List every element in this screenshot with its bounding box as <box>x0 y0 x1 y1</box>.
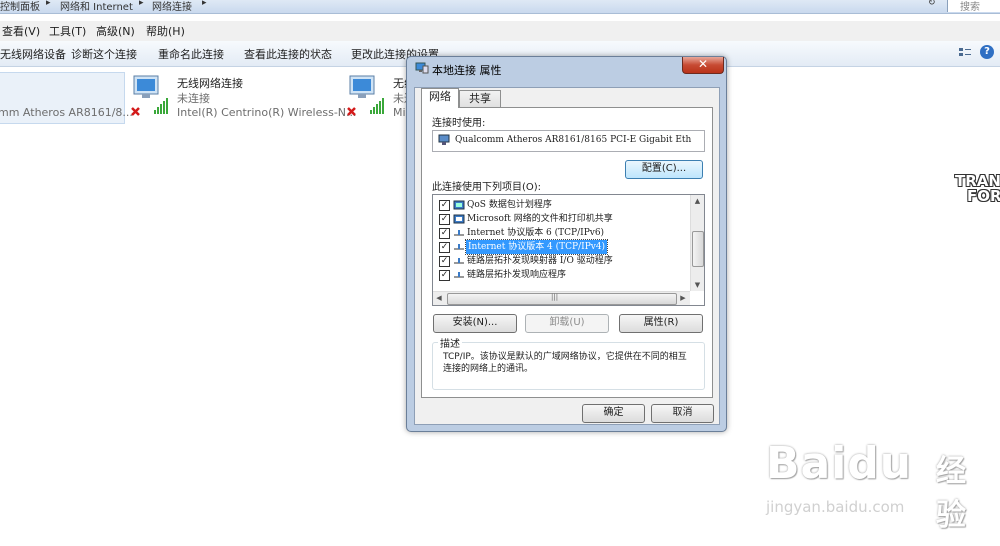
items-listbox[interactable]: ✓ QoS 数据包计划程序 ✓ Microsoft 网络的文件和打印机共享 ✓ … <box>432 194 705 306</box>
ok-button[interactable]: 确定 <box>582 404 645 423</box>
list-item-lltd-mapper[interactable]: ✓ 链路层拓扑发现映射器 I/O 驱动程序 <box>433 254 691 268</box>
qos-icon <box>453 200 465 210</box>
grip-icon: ||| <box>551 293 559 301</box>
menu-view[interactable]: 查看(V) <box>2 23 40 39</box>
uninstall-button[interactable]: 卸载(U) <box>525 314 609 333</box>
connection-local[interactable]: mm Atheros AR8161/8... <box>0 72 133 122</box>
checkbox[interactable]: ✓ <box>439 214 450 225</box>
close-button[interactable]: ✕ <box>682 57 724 74</box>
chevron-right-icon[interactable]: ▸ <box>46 0 51 8</box>
install-button[interactable]: 安装(N)... <box>433 314 517 333</box>
network-connection-icon <box>415 62 429 74</box>
properties-dialog: 本地连接 属性 ✕ 网络 共享 连接时使用: Qualcomm Atheros … <box>406 56 727 432</box>
protocol-icon <box>454 230 464 236</box>
checkbox[interactable]: ✓ <box>439 256 450 267</box>
scroll-up-icon[interactable]: ▲ <box>691 195 704 207</box>
connect-using-label: 连接时使用: <box>432 118 486 129</box>
scroll-thumb[interactable] <box>692 231 704 267</box>
connection-device: Intel(R) Centrino(R) Wireless-N... <box>177 106 357 119</box>
diagnose-button[interactable]: 诊断这个连接 <box>71 46 137 62</box>
baidu-watermark: Baidu 经验 jingyan.baidu.com <box>766 438 966 533</box>
properties-button[interactable]: 属性(R) <box>619 314 703 333</box>
scroll-thumb[interactable] <box>447 293 677 305</box>
adapter-name: Qualcomm Atheros AR8161/8165 PCI-E Gigab… <box>455 135 692 145</box>
rename-button[interactable]: 重命名此连接 <box>158 46 224 62</box>
protocol-icon <box>454 244 464 250</box>
list-item-lltd-responder[interactable]: ✓ 链路层拓扑发现响应程序 <box>433 268 691 282</box>
checkbox[interactable]: ✓ <box>439 242 450 253</box>
menu-help[interactable]: 帮助(H) <box>146 23 185 39</box>
checkbox[interactable]: ✓ <box>439 270 450 281</box>
connection-device: mm Atheros AR8161/8... <box>0 106 133 119</box>
horizontal-scrollbar[interactable]: ◀ ||| ▶ <box>433 291 690 305</box>
transformers-watermark: TRAN FOR <box>955 172 1000 205</box>
dialog-body: 网络 共享 连接时使用: Qualcomm Atheros AR8161/816… <box>414 87 720 425</box>
network-adapter-icon <box>347 75 384 116</box>
scroll-right-icon[interactable]: ▶ <box>677 292 689 305</box>
menu-tools[interactable]: 工具(T) <box>49 23 86 39</box>
description-text: TCP/IP。该协议是默认的广域网络协议，它提供在不同的相互连接的网络上的通讯。 <box>443 352 687 374</box>
checkbox[interactable]: ✓ <box>439 228 450 239</box>
breadcrumb-network-internet[interactable]: 网络和 Internet <box>60 0 133 13</box>
items-label: 此连接使用下列项目(O): <box>432 182 542 193</box>
network-adapter-icon <box>131 75 168 116</box>
tab-sharing[interactable]: 共享 <box>459 90 501 107</box>
list-item-file-sharing[interactable]: ✓ Microsoft 网络的文件和打印机共享 <box>433 212 691 226</box>
scroll-down-icon[interactable]: ▼ <box>691 279 704 291</box>
breadcrumb-control-panel[interactable]: 控制面板 <box>0 0 40 13</box>
protocol-icon <box>454 258 464 264</box>
menu-bar: 查看(V) 工具(T) 高级(N) 帮助(H) <box>0 21 1000 41</box>
view-options-icon[interactable] <box>957 45 975 61</box>
connection-wireless[interactable]: 无线网络连接 未连接 Intel(R) Centrino(R) Wireless… <box>177 72 357 122</box>
checkbox[interactable]: ✓ <box>439 200 450 211</box>
share-icon <box>453 214 465 224</box>
network-tab-panel: 连接时使用: Qualcomm Atheros AR8161/8165 PCI-… <box>421 107 713 398</box>
cancel-button[interactable]: 取消 <box>651 404 714 423</box>
search-input[interactable]: 搜索 <box>947 0 1000 13</box>
address-bar[interactable]: 控制面板 ▸ 网络和 Internet ▸ 网络连接 ▸ ↻ 搜索 <box>0 0 1000 14</box>
list-item-qos[interactable]: ✓ QoS 数据包计划程序 <box>433 198 691 212</box>
help-icon[interactable]: ? <box>980 45 994 59</box>
vertical-scrollbar[interactable]: ▲ ▼ <box>690 195 704 291</box>
connection-wireless-2[interactable]: 无线 未连 Mi <box>393 72 407 122</box>
adapter-field: Qualcomm Atheros AR8161/8165 PCI-E Gigab… <box>432 130 705 152</box>
disable-wireless-button[interactable]: 无线网络设备 <box>0 46 66 62</box>
dialog-title: 本地连接 属性 <box>432 64 502 77</box>
menu-advanced[interactable]: 高级(N) <box>96 23 135 39</box>
chevron-right-icon[interactable]: ▸ <box>139 0 144 8</box>
tab-network[interactable]: 网络 <box>421 88 459 108</box>
description-group: TCP/IP。该协议是默认的广域网络协议，它提供在不同的相互连接的网络上的通讯。 <box>432 342 705 390</box>
description-legend: 描述 <box>438 335 462 350</box>
protocol-icon <box>454 272 464 278</box>
refresh-icon[interactable]: ↻ <box>928 0 936 8</box>
list-item-ipv4[interactable]: ✓ Internet 协议版本 4 (TCP/IPv4) <box>433 239 691 255</box>
chevron-right-icon[interactable]: ▸ <box>202 0 207 8</box>
list-item-ipv6[interactable]: ✓ Internet 协议版本 6 (TCP/IPv6) <box>433 226 691 240</box>
scroll-left-icon[interactable]: ◀ <box>433 292 445 305</box>
network-adapter-icon <box>438 134 450 145</box>
configure-button[interactable]: 配置(C)... <box>625 160 703 179</box>
breadcrumb-network-connections[interactable]: 网络连接 <box>152 0 192 13</box>
view-status-button[interactable]: 查看此连接的状态 <box>244 46 332 62</box>
